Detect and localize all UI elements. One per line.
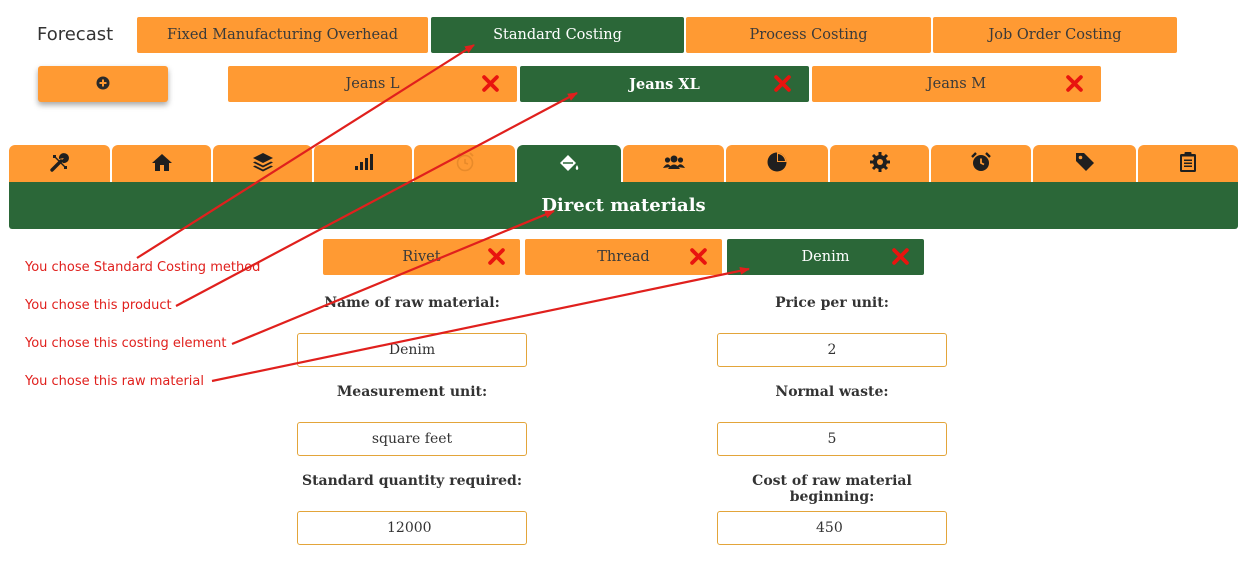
gear-icon: [869, 151, 891, 177]
method-tab-job-order-costing[interactable]: Job Order Costing: [933, 17, 1177, 53]
tab-tools[interactable]: [9, 145, 110, 183]
tab-settings[interactable]: [830, 145, 929, 183]
method-tab-standard-costing[interactable]: Standard Costing: [431, 17, 684, 53]
tab-layers[interactable]: [213, 145, 312, 183]
plus-circle-icon: [96, 75, 110, 94]
close-icon[interactable]: [892, 248, 909, 265]
material-pill-thread[interactable]: Thread: [525, 239, 722, 275]
annotation-raw-material: You chose this raw material: [25, 374, 204, 389]
product-pill-jeans-l[interactable]: Jeans L: [228, 66, 517, 102]
method-tab-fixed-manufacturing-overhead[interactable]: Fixed Manufacturing Overhead: [137, 17, 428, 53]
tab-clipboard[interactable]: [1138, 145, 1238, 183]
tab-signal[interactable]: [314, 145, 412, 183]
method-tab-process-costing[interactable]: Process Costing: [686, 17, 931, 53]
annotation-costing-method: You chose Standard Costing method: [25, 260, 261, 275]
measurement-unit-input[interactable]: [297, 422, 527, 456]
pie-chart-icon: [766, 151, 788, 177]
material-pill-denim[interactable]: Denim: [727, 239, 924, 275]
close-icon[interactable]: [488, 248, 505, 265]
raw-material-name-label: Name of raw material:: [324, 295, 500, 311]
close-icon[interactable]: [774, 75, 791, 92]
tab-alarm[interactable]: [931, 145, 1031, 183]
users-icon: [662, 153, 686, 175]
add-product-button[interactable]: [38, 66, 168, 102]
tab-pie-chart[interactable]: [726, 145, 828, 183]
material-pill-rivet[interactable]: Rivet: [323, 239, 520, 275]
tab-alarm-outline[interactable]: [414, 145, 515, 183]
tab-paint-bucket[interactable]: [517, 145, 621, 185]
product-pill-jeans-m[interactable]: Jeans M: [812, 66, 1101, 102]
close-icon[interactable]: [1066, 75, 1083, 92]
alarm-clock-icon: [970, 151, 992, 177]
normal-waste-input[interactable]: [717, 422, 947, 456]
raw-material-name-input[interactable]: [297, 333, 527, 367]
standard-quantity-label: Standard quantity required:: [301, 473, 522, 489]
tools-icon: [49, 151, 71, 177]
signal-bars-icon: [353, 153, 373, 175]
measurement-unit-label: Measurement unit:: [336, 384, 488, 400]
product-pill-label: Jeans M: [926, 76, 987, 92]
paint-bucket-icon: [557, 152, 581, 178]
app-root: Forecast Fixed Manufacturing Overhead St…: [0, 0, 1250, 562]
tags-icon: [1074, 151, 1096, 177]
tab-home[interactable]: [112, 145, 211, 183]
price-per-unit-label: Price per unit:: [775, 295, 889, 311]
home-icon: [151, 152, 173, 176]
product-pill-jeans-xl[interactable]: Jeans XL: [520, 66, 809, 102]
normal-waste-label: Normal waste:: [775, 384, 889, 400]
annotation-product: You chose this product: [25, 298, 172, 313]
close-icon[interactable]: [690, 248, 707, 265]
product-pill-label: Jeans XL: [629, 75, 700, 93]
cost-beginning-label: Cost of raw material beginning:: [752, 473, 912, 505]
layers-icon: [252, 152, 274, 176]
tab-tags[interactable]: [1033, 145, 1136, 183]
product-pill-label: Jeans L: [345, 76, 400, 92]
tab-users[interactable]: [623, 145, 724, 183]
clipboard-icon: [1179, 151, 1197, 177]
cost-beginning-input[interactable]: [717, 511, 947, 545]
section-title: Direct materials: [9, 182, 1238, 229]
annotation-costing-element: You chose this costing element: [25, 336, 227, 351]
standard-quantity-input[interactable]: [297, 511, 527, 545]
arrow-to-direct-materials: [231, 209, 555, 346]
alarm-clock-outline-icon: [454, 151, 476, 177]
forecast-label: Forecast: [37, 24, 114, 45]
close-icon[interactable]: [482, 75, 499, 92]
price-per-unit-input[interactable]: [717, 333, 947, 367]
